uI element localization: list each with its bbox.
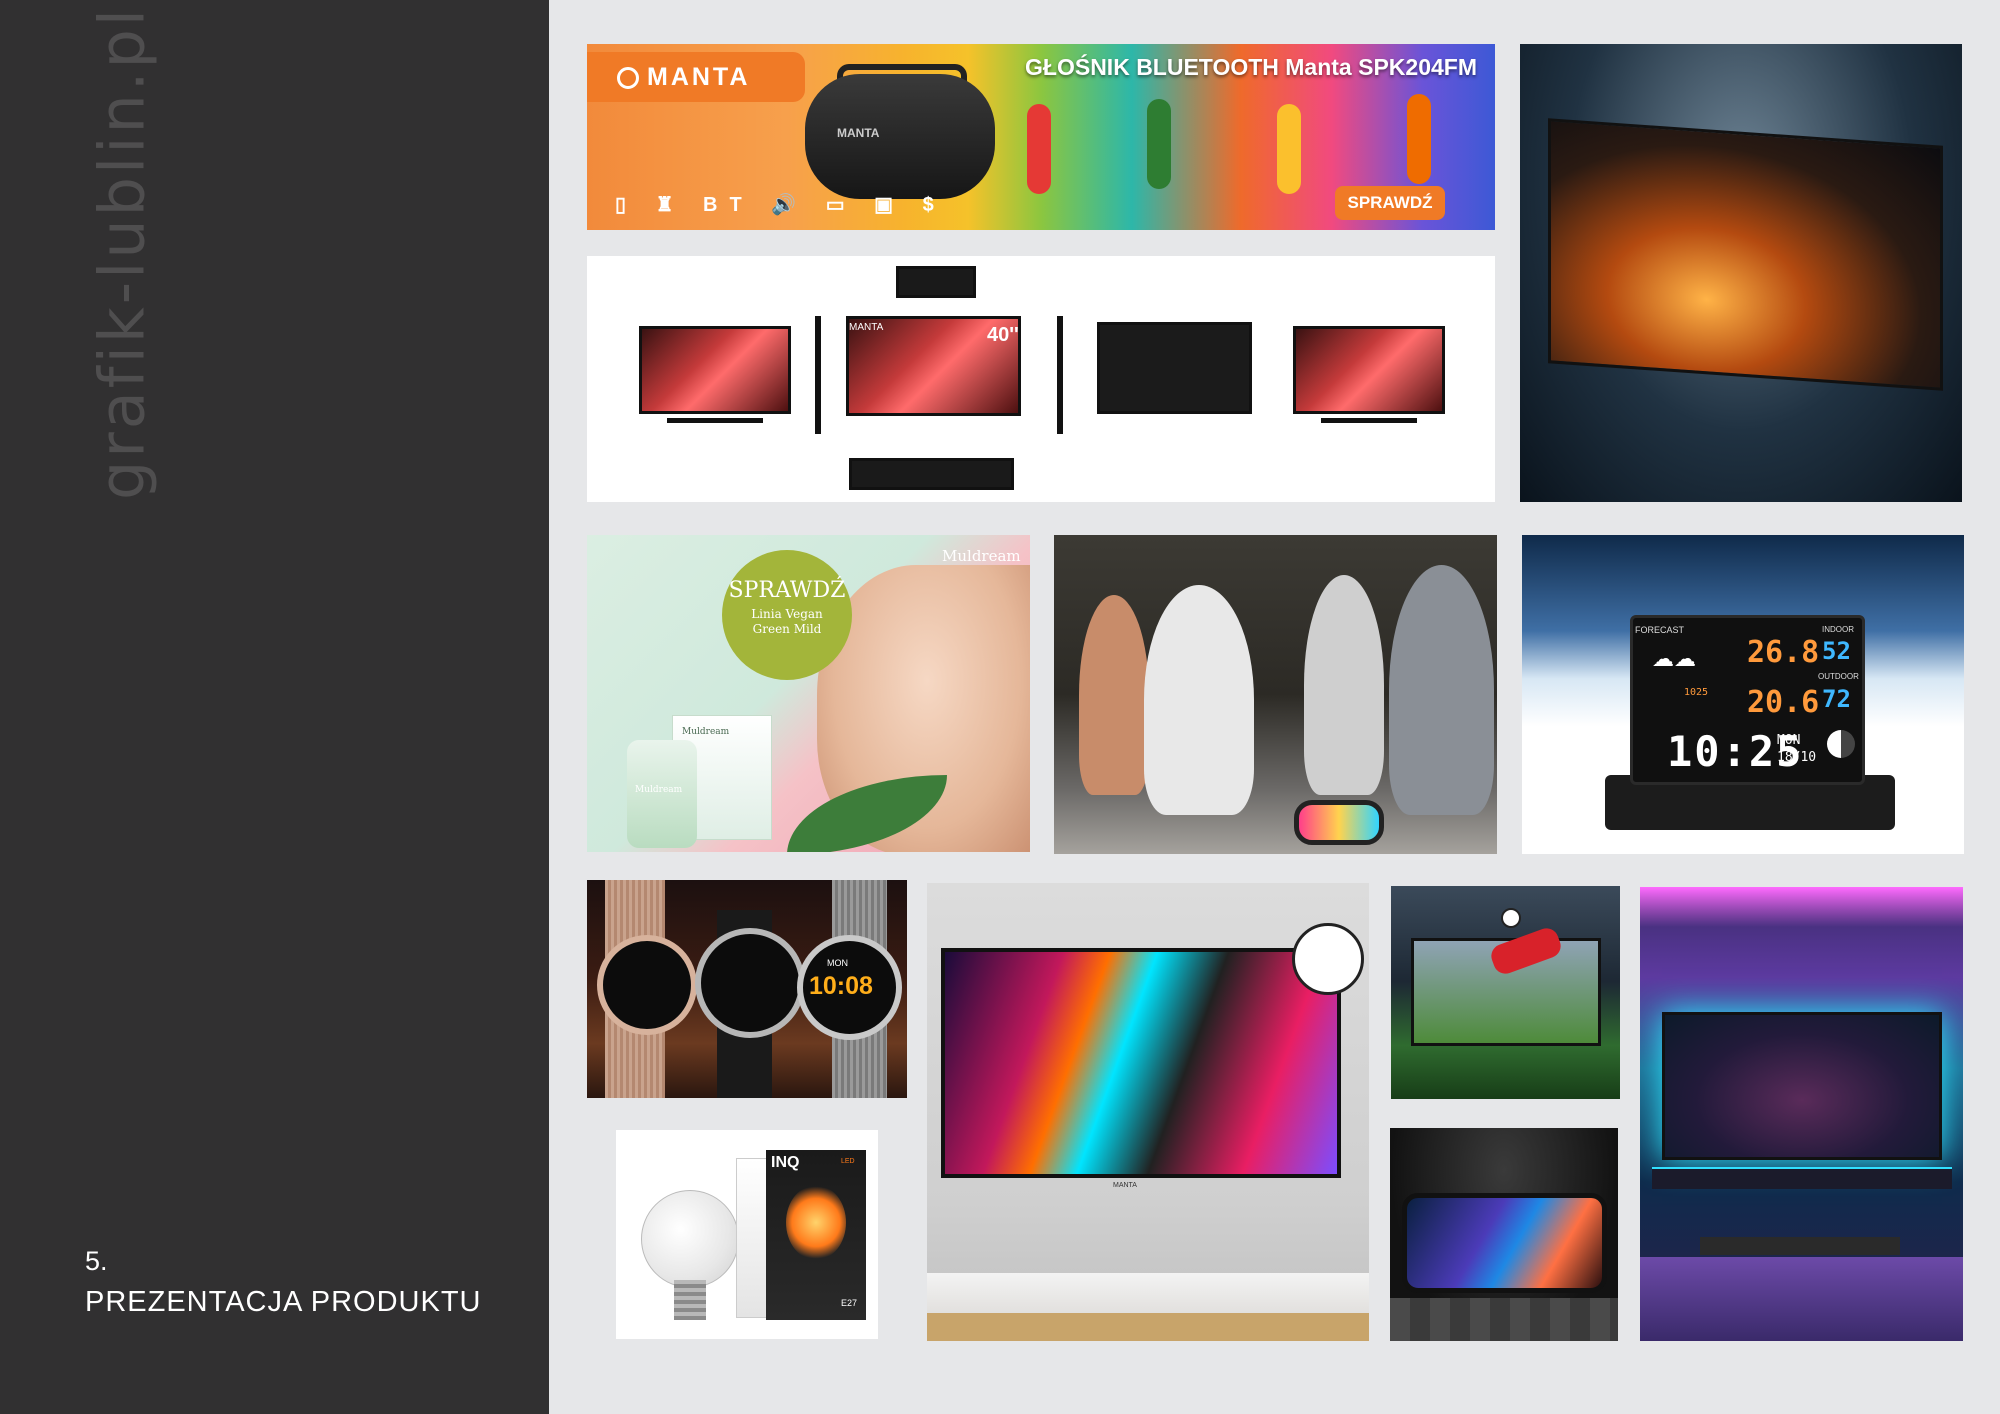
clock-date: 18/10	[1777, 750, 1817, 765]
shelf	[927, 1313, 1369, 1341]
party-photo	[1054, 535, 1497, 854]
outdoor-temperature: 20.6	[1747, 685, 1820, 720]
floor	[1390, 1298, 1618, 1341]
bulb-glass	[641, 1190, 739, 1288]
watch-day: MON	[827, 958, 848, 968]
smartwatches-ad: MON 10:08	[587, 880, 907, 1098]
dancer-figure	[1277, 104, 1301, 194]
brand-watermark: grafik-lublin.pl	[85, 5, 159, 501]
party-speaker	[1294, 800, 1384, 845]
bulb-socket-label: E27	[841, 1298, 858, 1308]
led-bulb-ad: INQ LED E27	[616, 1130, 878, 1339]
watch-time: 10:08	[809, 972, 873, 1000]
bulb-box-label: LED	[841, 1158, 855, 1165]
coffee-table	[1700, 1237, 1900, 1255]
forecast-label: FORECAST	[1635, 625, 1685, 635]
cosmetics-ad: Muldream SPRAWDŹ Linia Vegan Green Mild …	[587, 535, 1030, 852]
tv-size-badge: 40''	[987, 324, 1019, 346]
section-title: PREZENTACJA PRODUKTU	[85, 1286, 482, 1318]
cosmetics-badge: SPRAWDŹ Linia Vegan Green Mild	[722, 550, 852, 680]
product-bottle-label: Muldream	[635, 785, 683, 795]
banner-logo-text: MANTA	[647, 63, 751, 91]
tv-front-right	[1293, 326, 1445, 414]
tv-screen	[1662, 1012, 1942, 1160]
football-tv-render	[1391, 886, 1620, 1099]
watch-rose	[597, 935, 697, 1035]
tv-stand	[1652, 1167, 1952, 1189]
person-figure	[1389, 565, 1494, 815]
ceiling-glow	[1640, 887, 1963, 927]
car-tv-render	[1520, 44, 1962, 502]
bulb-box-brand: INQ	[771, 1154, 800, 1171]
weather-station-ad: FORECAST ☁☁ INDOOR OUTDOOR 26.8 20.6 52 …	[1522, 535, 1964, 854]
watch-black	[695, 928, 805, 1038]
person-figure	[1144, 585, 1254, 815]
banner-title: GŁOŚNIK BLUETOOTH Manta SPK204FM	[1025, 54, 1477, 80]
tv-stand	[1321, 418, 1417, 423]
tv-stand	[667, 418, 763, 423]
tv-side-right	[1057, 316, 1063, 434]
bulb-box-glow	[786, 1185, 846, 1260]
banner-logo: MANTA	[587, 52, 805, 102]
floor	[1640, 1257, 1963, 1341]
section-number: 5.	[85, 1246, 108, 1276]
ambient-tv-room	[1640, 887, 1963, 1341]
tv-top-view	[896, 266, 976, 298]
dancer-figure	[1407, 94, 1431, 184]
bulb-base	[674, 1280, 706, 1320]
football-icon	[1501, 908, 1521, 928]
speaker-image	[805, 74, 995, 199]
tv-bottom-view	[849, 458, 1014, 490]
tv-views-panel: MANTA 40''	[587, 256, 1495, 502]
pressure-value: 1025	[1684, 687, 1709, 698]
bulb-box-side	[736, 1158, 768, 1318]
tv-screen	[1548, 118, 1943, 391]
dancer-figure	[1027, 104, 1051, 194]
outdoor-label: OUTDOOR	[1818, 672, 1859, 681]
banner-feature-icons: ▯ ♜ BT 🔊 ▭ ▣ $	[615, 194, 946, 216]
phone-render	[1390, 1128, 1618, 1341]
zoom-detail-icon	[1292, 923, 1364, 995]
clock-day: MON	[1777, 733, 1801, 748]
badge-title: SPRAWDŹ	[728, 578, 846, 603]
product-box-label: Muldream	[682, 727, 730, 737]
indoor-label: INDOOR	[1822, 625, 1854, 634]
tv-brand-label: MANTA	[1113, 1182, 1137, 1189]
indoor-humidity: 52	[1822, 637, 1851, 665]
sidebar: grafik-lublin.pl 5. PREZENTACJA PRODUKTU	[0, 0, 549, 1414]
tv-brand-label: MANTA	[849, 322, 884, 333]
tv-screen	[941, 948, 1341, 1178]
cloud-rain-icon: ☁☁	[1652, 647, 1696, 672]
indoor-temperature: 26.8	[1747, 635, 1820, 670]
manta-logo-icon	[617, 67, 639, 89]
speaker-banner: MANTA MANTA GŁOŚNIK BLUETOOTH Manta SPK2…	[587, 44, 1495, 230]
outdoor-humidity: 72	[1822, 685, 1851, 713]
dancer-figure	[1147, 99, 1171, 189]
banner-cta-button[interactable]: SPRAWDŹ	[1335, 186, 1445, 220]
moon-phase-icon	[1827, 730, 1855, 758]
badge-line: Green Mild	[752, 622, 822, 636]
tv-back	[1097, 322, 1252, 414]
tv-front-left	[639, 326, 791, 414]
person-figure	[1304, 575, 1384, 795]
badge-line: Linia Vegan	[751, 607, 823, 621]
tv-side-left	[815, 316, 821, 434]
racing-tv-render: MANTA	[927, 883, 1369, 1341]
person-figure	[1079, 595, 1149, 795]
phone-screen	[1402, 1193, 1607, 1293]
badge-subtitle: Linia Vegan Green Mild	[722, 607, 852, 637]
cosmetics-brand: Muldream	[942, 547, 1021, 565]
speaker-brand: MANTA	[837, 126, 880, 140]
